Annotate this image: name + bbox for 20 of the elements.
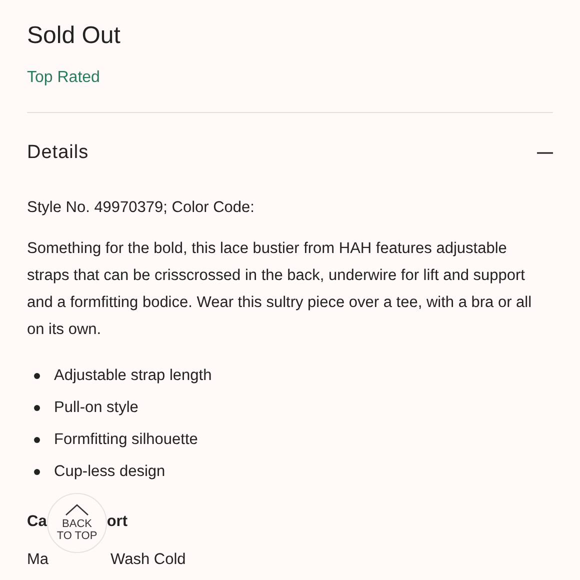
chevron-up-icon <box>65 504 89 516</box>
rating-label: Top Rated <box>27 69 100 86</box>
feature-text: Adjustable strap length <box>54 366 212 386</box>
feature-text: Cup-less design <box>54 462 166 482</box>
care-text: Ma <box>27 550 49 570</box>
bullet-icon <box>34 468 40 475</box>
bullet-icon <box>34 404 40 411</box>
feature-text: Pull-on style <box>54 398 138 418</box>
style-number: Style No. 49970379; Color Code: <box>27 198 256 218</box>
product-description: Something for the bold, this lace bustier from HAH features adjustable straps that can be crisscrossed in the back, underwire for lift and support and a formfitting bodice. Wear this sultry piece over a tee, with a bra or all on its own. <box>27 238 533 340</box>
status-text: Sold Out <box>27 21 122 50</box>
back-to-top-button[interactable]: BACK TO TOP <box>47 493 107 553</box>
details-title: Details <box>27 141 89 165</box>
care-heading: Ca <box>27 512 47 532</box>
bullet-icon <box>34 372 40 379</box>
care-text: Wash Cold <box>110 550 186 570</box>
care-heading: ort <box>106 512 128 532</box>
details-toggle[interactable]: Details <box>27 139 553 168</box>
bullet-icon <box>34 436 40 443</box>
feature-text: Formfitting silhouette <box>54 430 198 450</box>
